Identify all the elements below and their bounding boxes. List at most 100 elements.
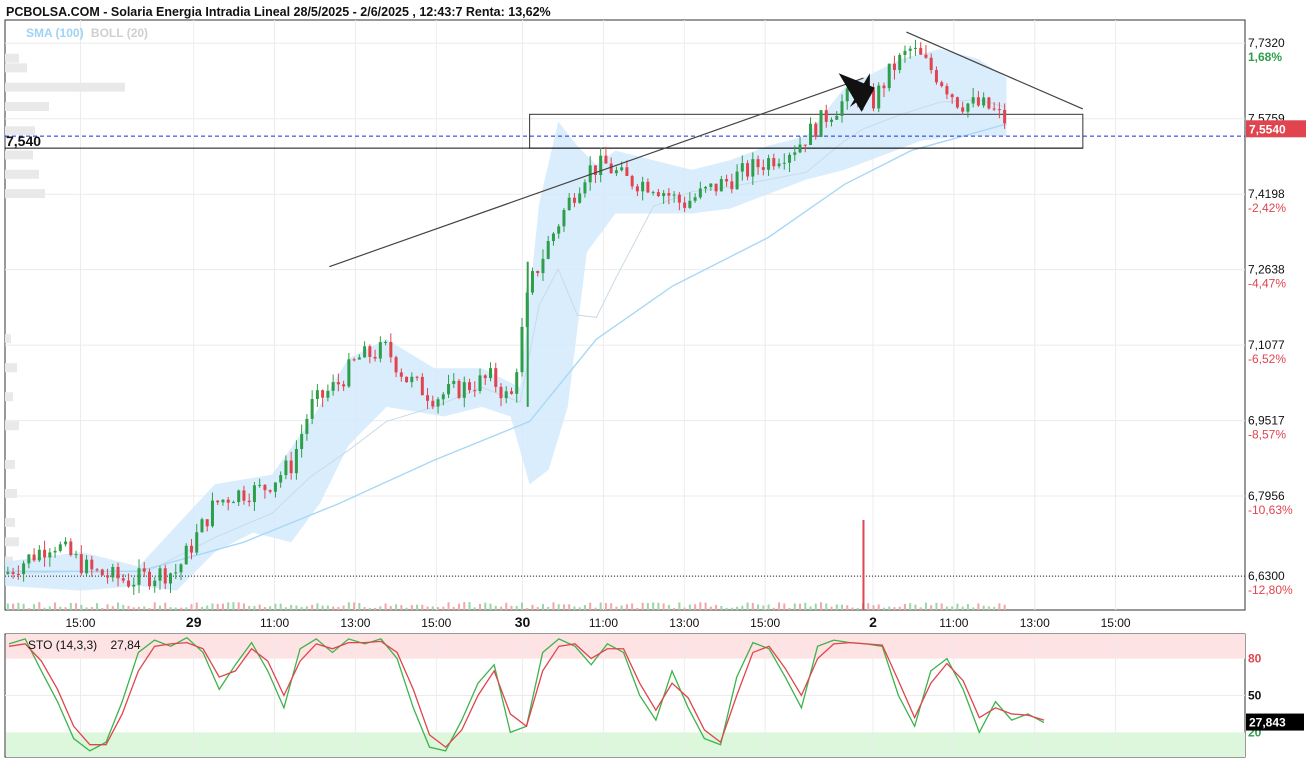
volume-bar [54,602,57,610]
volume-bar [715,604,718,610]
volume-bar [6,603,9,610]
volume-bar [620,605,623,610]
candle-body [541,258,545,274]
candle-body [342,384,346,387]
y-tick-price: 7,4198 [1248,187,1285,201]
volume-profile-bar [5,421,19,431]
candle-body [300,433,304,449]
volume-bar [757,604,760,610]
volume-bar [725,607,728,610]
candle-body [420,376,424,396]
candle-body [509,391,513,394]
candle-body [882,85,886,89]
volume-bar [835,604,838,610]
volume-bar [33,604,36,610]
volume-bar [882,607,885,610]
candle-body [462,382,466,398]
volume-bar [557,604,560,610]
volume-bar [562,604,565,610]
candle-body [352,359,356,361]
volume-bar [526,607,529,610]
candle-body [898,54,902,70]
volume-bar [966,604,969,610]
volume-bar [190,604,193,610]
volume-profile-bar [5,517,15,527]
volume-bar [185,607,188,610]
volume-bar [437,607,440,610]
volume-bar [384,603,387,610]
candle-body [263,484,267,491]
candle-body [405,376,409,383]
y-tick-price: 7,7320 [1248,36,1285,50]
candle-body [252,485,256,503]
volume-bar [274,603,277,610]
candle-body [961,107,965,112]
volume-bar [877,604,880,610]
candle-body [95,569,99,571]
volume-bar [253,605,256,610]
volume-bar [625,604,628,610]
volume-bar [930,605,933,610]
candle-body [106,575,110,578]
volume-bar [751,602,754,610]
volume-bar [909,603,912,610]
candle-body [620,167,624,171]
volume-bar [48,606,51,610]
candle-body [148,571,152,587]
candle-body [231,502,235,504]
legend-sma[interactable]: SMA (100) [26,26,84,40]
volume-bar [458,603,461,610]
candle-body [646,181,650,193]
volume-bar [468,602,471,610]
volume-bar [195,602,198,610]
sto-label: STO (14,3,3) [28,638,98,652]
volume-bar [783,603,786,610]
volume-bar [604,603,607,610]
candle-body [268,490,272,492]
volume-bar [43,607,46,610]
volume-bar [500,606,502,610]
candle-body [730,181,734,190]
candle-body [835,115,839,120]
candle-body [200,519,204,533]
volume-bar [279,603,282,610]
volume-bar [64,607,67,610]
volume-bar [59,606,62,610]
candle-body [955,97,959,108]
volume-bar [1003,604,1006,610]
candle-body [929,57,933,70]
volume-bar [263,607,266,610]
candle-body [384,341,388,343]
candle-body [913,47,917,49]
x-tick-label: 13:00 [1020,616,1050,630]
volume-bar [799,603,802,610]
candle-body [746,163,750,177]
candle-body [725,179,729,182]
candle-body [11,572,15,574]
candle-body [273,482,277,492]
volume-bar [520,602,523,610]
candle-body [27,554,31,564]
volume-bar [736,606,739,610]
volume-profile-bar [5,459,15,469]
volume-bar [956,603,959,610]
candle-body [546,241,550,259]
volume-bar [699,602,702,610]
candle-body [971,97,975,104]
candle-body [761,167,765,170]
volume-bar [153,602,156,610]
volume-bar [610,603,613,610]
volume-bar [762,605,765,610]
volume-bar [332,606,335,610]
candle-body [153,580,157,587]
candle-body [499,386,503,399]
volume-profile-bar [5,82,125,92]
legend-boll[interactable]: BOLL (20) [91,26,148,40]
candle-body [237,490,241,503]
candle-body [310,399,314,419]
candle-body [719,179,723,192]
volume-bar [678,602,681,610]
volume-profile-bar [5,150,33,160]
candle-body [567,197,571,210]
volume-bar [75,603,78,610]
